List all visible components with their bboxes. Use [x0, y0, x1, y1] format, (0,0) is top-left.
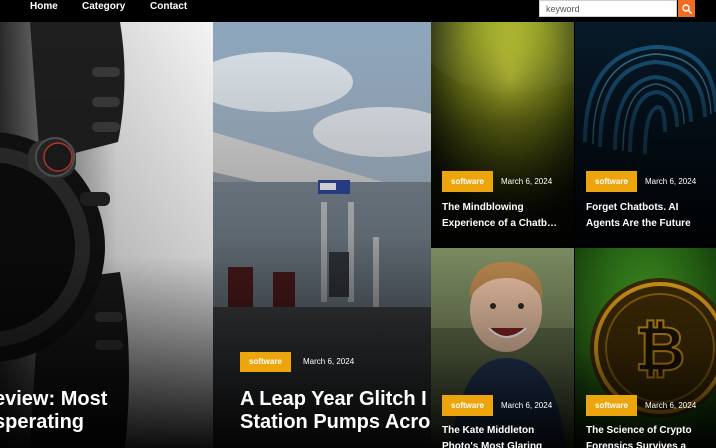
post-title[interactable]: A Leap Year Glitch I Station Pumps Acro — [240, 388, 430, 434]
category-badge[interactable]: software — [586, 395, 637, 416]
post-title-line2[interactable]: Agents Are the Future — [586, 216, 714, 232]
post-title-line2[interactable]: Station Pumps Acro — [240, 411, 430, 434]
post-card-kate-middleton[interactable]: software March 6, 2024 The Kate Middleto… — [431, 248, 574, 448]
category-badge[interactable]: software — [442, 171, 493, 192]
post-title-line2[interactable]: Forensics Survives a — [586, 439, 714, 448]
post-card-crypto-forensics[interactable]: ₿ software March 6, 2024 The Science of … — [575, 248, 716, 448]
nav-home-link[interactable]: Home — [30, 1, 58, 12]
post-title-line2[interactable]: sperating — [0, 411, 107, 434]
smartwatch-image — [0, 22, 213, 448]
post-title[interactable]: The Mindblowing Experience of a Chatb… — [442, 200, 570, 232]
nav-category-link[interactable]: Category — [82, 1, 125, 12]
post-title-line1[interactable]: The Mindblowing — [442, 200, 570, 216]
post-title[interactable]: The Science of Crypto Forensics Survives… — [586, 423, 714, 448]
post-card-mindblowing[interactable]: software March 6, 2024 The Mindblowing E… — [431, 22, 574, 247]
post-card-leap-year-glitch[interactable]: software March 6, 2024 A Leap Year Glitc… — [213, 22, 431, 448]
post-title-line2[interactable]: Experience of a Chatb… — [442, 216, 570, 232]
category-badge[interactable]: software — [240, 352, 291, 372]
nav-contact-link[interactable]: Contact — [150, 1, 187, 12]
post-title-line1[interactable]: A Leap Year Glitch I — [240, 388, 430, 411]
post-card-watch-review[interactable]: eview: Most sperating — [0, 22, 213, 448]
post-date: March 6, 2024 — [645, 177, 697, 186]
gas-station-image — [213, 22, 431, 448]
post-date: March 6, 2024 — [303, 357, 355, 366]
search-input[interactable] — [539, 0, 677, 17]
post-title-line1[interactable]: The Science of Crypto — [586, 423, 714, 439]
post-title-line1[interactable]: eview: Most — [0, 388, 107, 411]
post-title-line1[interactable]: Forget Chatbots. AI — [586, 200, 714, 216]
category-badge[interactable]: software — [442, 395, 493, 416]
post-title-line1[interactable]: The Kate Middleton — [442, 423, 570, 439]
top-navigation: Home Category Contact — [0, 0, 716, 22]
post-card-forget-chatbots[interactable]: software March 6, 2024 Forget Chatbots. … — [575, 22, 716, 247]
post-title[interactable]: eview: Most sperating — [0, 388, 107, 434]
post-title-line2[interactable]: Photo's Most Glaring — [442, 439, 570, 448]
search-button[interactable] — [678, 0, 695, 17]
post-date: March 6, 2024 — [501, 401, 553, 410]
post-date: March 6, 2024 — [645, 401, 697, 410]
portrait-photo-image — [431, 248, 574, 448]
bitcoin-image: ₿ — [575, 248, 716, 448]
post-title[interactable]: Forget Chatbots. AI Agents Are the Futur… — [586, 200, 714, 232]
post-date: March 6, 2024 — [501, 177, 553, 186]
search-icon — [681, 3, 692, 14]
category-badge[interactable]: software — [586, 171, 637, 192]
post-title[interactable]: The Kate Middleton Photo's Most Glaring — [442, 423, 570, 448]
